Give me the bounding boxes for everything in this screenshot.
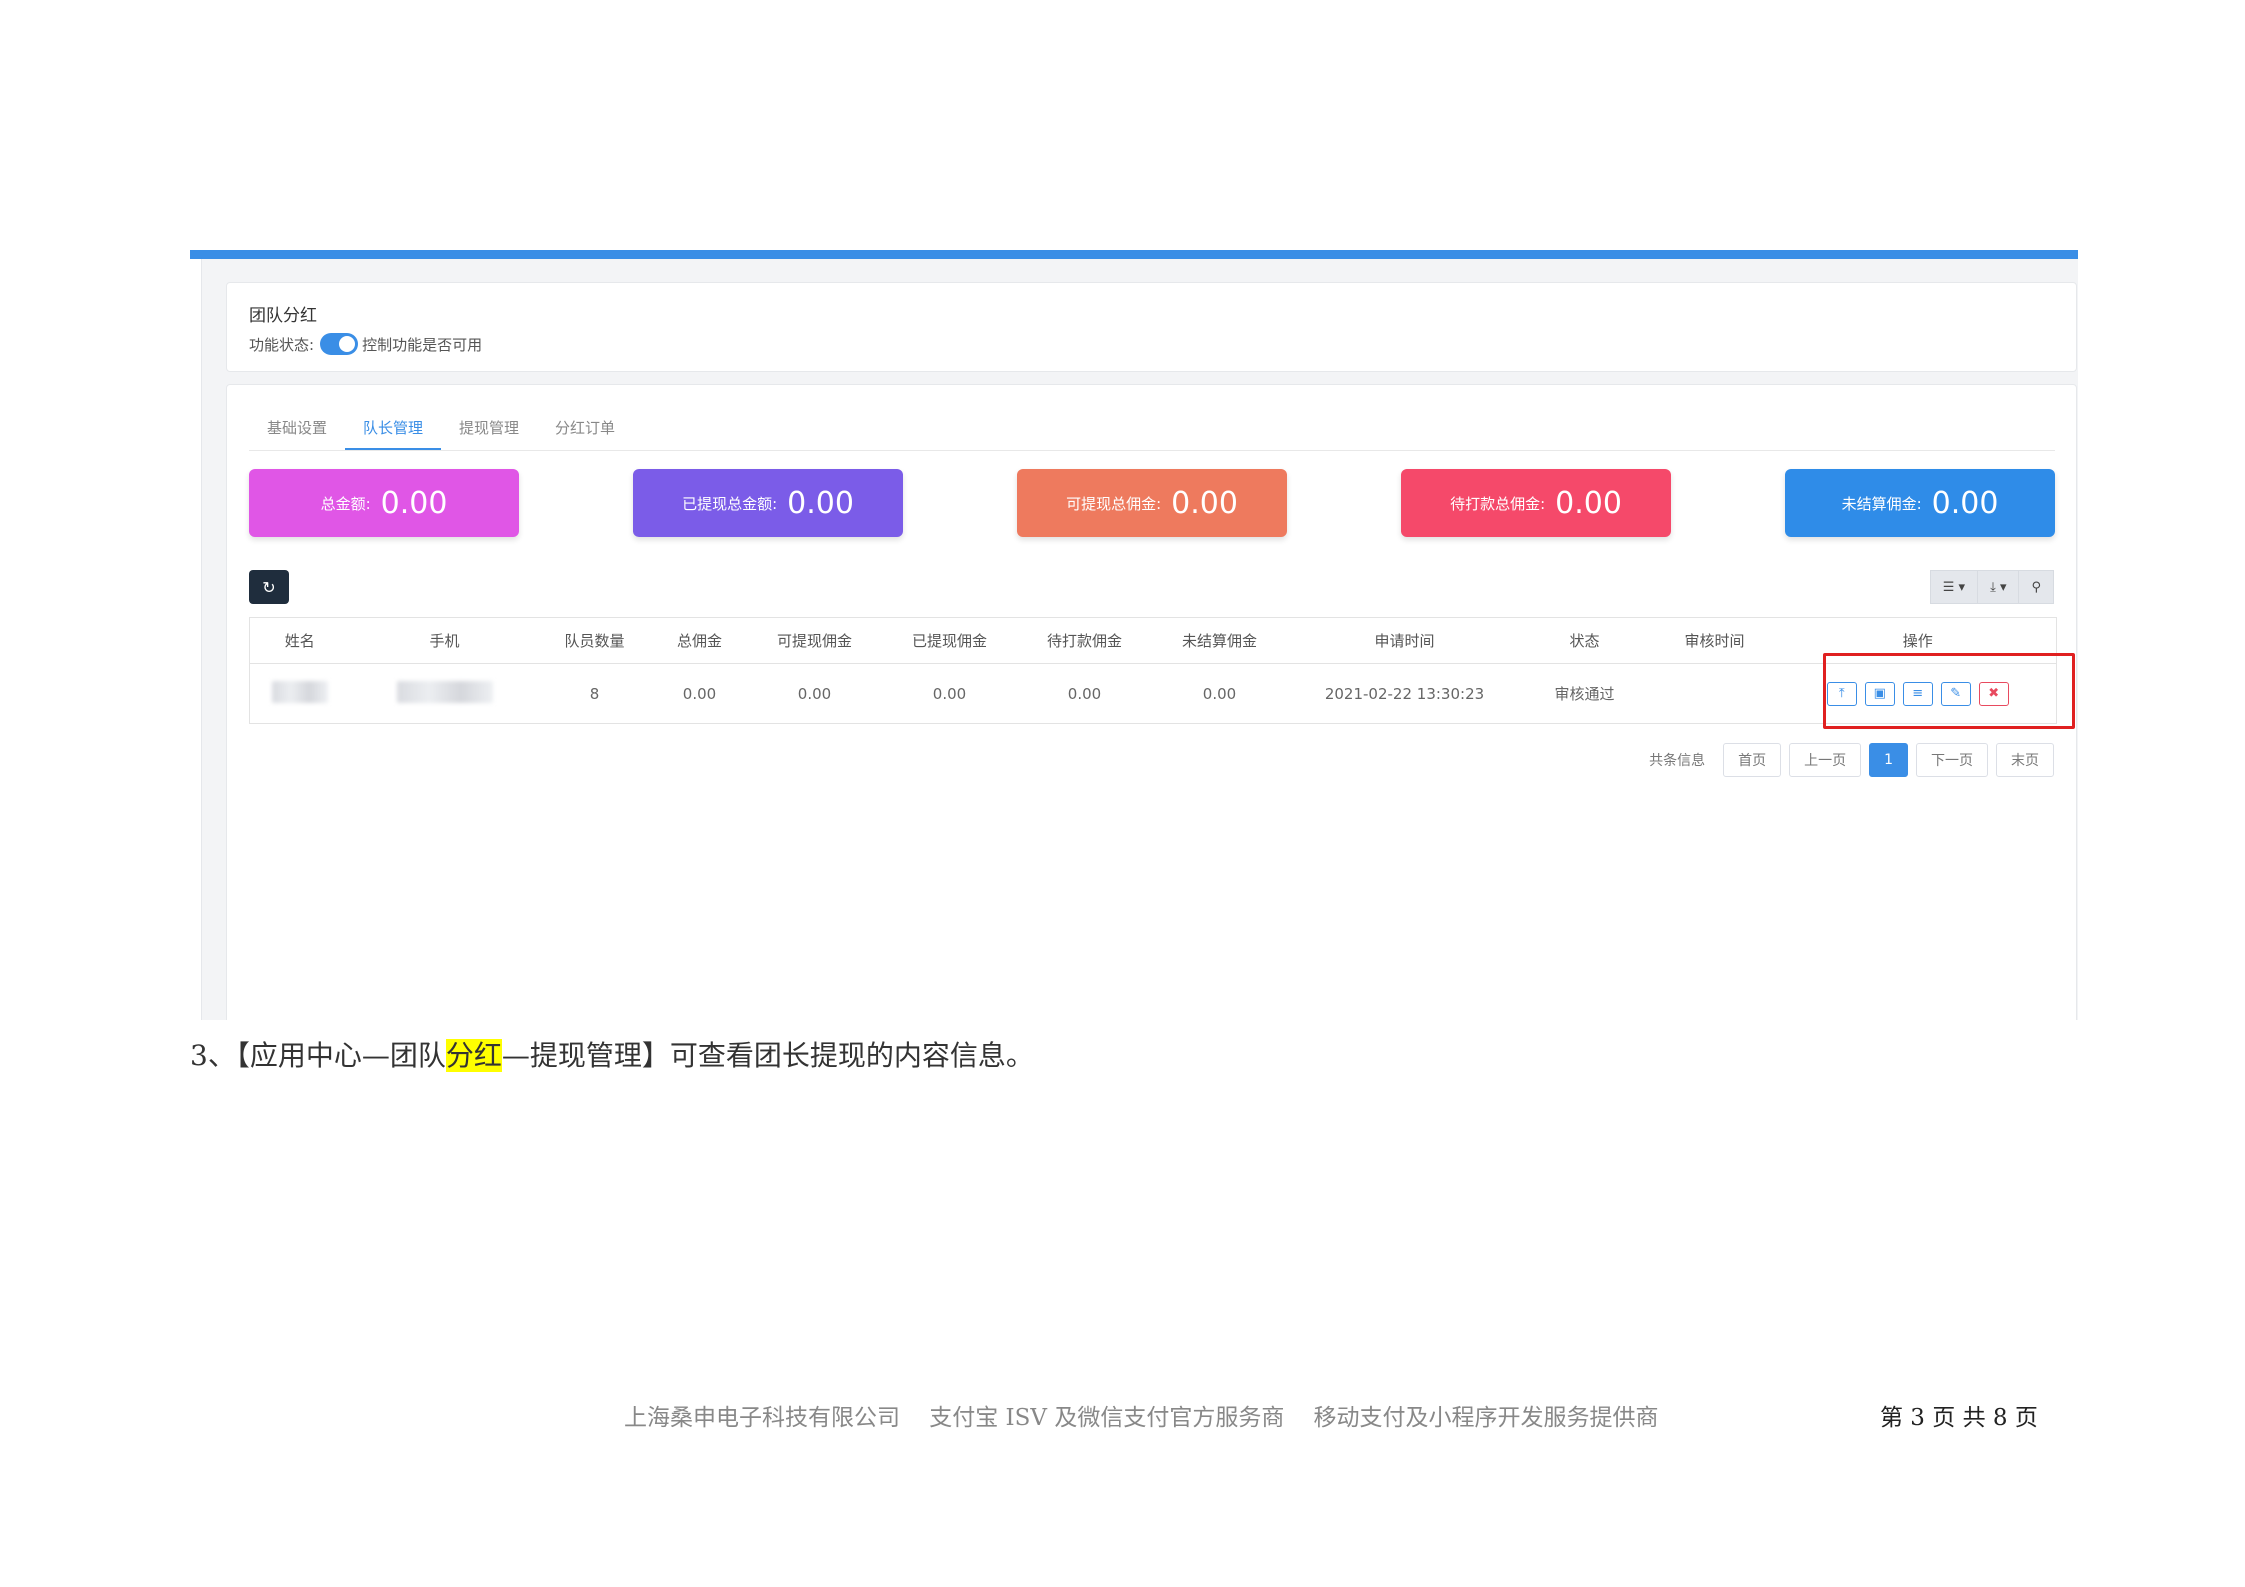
stat-label: 已提现总金额: <box>682 494 778 513</box>
last-page-button[interactable]: 末页 <box>1996 743 2054 777</box>
stat-card-total: 总金额: 0.00 <box>249 469 519 537</box>
tab-basic-settings[interactable]: 基础设置 <box>249 407 345 450</box>
column-header[interactable]: 手机 <box>349 617 540 664</box>
step-suffix: —提现管理】可查看团长提现的内容信息。 <box>501 1039 1034 1072</box>
tab-withdraw-management[interactable]: 提现管理 <box>441 407 537 450</box>
left-panel-edge <box>190 259 202 1020</box>
cell-name <box>249 663 350 724</box>
tab-dividend-orders[interactable]: 分红订单 <box>537 407 633 450</box>
columns-icon: ☰ ▾ <box>1942 579 1966 595</box>
stat-label: 未结算佣金: <box>1841 494 1922 513</box>
main-content-card: 基础设置 队长管理 提现管理 分红订单 总金额: 0.00 已提现总金额: 0.… <box>226 384 2077 1020</box>
columns-button[interactable]: ☰ ▾ <box>1929 570 1979 604</box>
column-header[interactable]: 可提现佣金 <box>749 617 880 664</box>
cell-applied-at: 2021-02-22 13:30:23 <box>1289 663 1520 724</box>
page-title: 团队分红 <box>249 306 317 326</box>
step-instruction: 3、【应用中心—团队分红—提现管理】可查看团长提现的内容信息。 <box>190 1034 1034 1074</box>
stat-card-withdrawn: 已提现总金额: 0.00 <box>633 469 903 537</box>
leader-table: 姓名 手机 队员数量 总佣金 可提现佣金 已提现佣金 待打款佣金 未结算佣金 申… <box>249 617 2057 724</box>
column-header[interactable]: 总佣金 <box>649 617 750 664</box>
stat-label: 总金额: <box>320 494 371 513</box>
next-page-button[interactable]: 下一页 <box>1916 743 1988 777</box>
stat-card-pending: 待打款总佣金: 0.00 <box>1401 469 1671 537</box>
stat-label: 可提现总佣金: <box>1066 494 1162 513</box>
first-page-button[interactable]: 首页 <box>1723 743 1782 777</box>
current-page-button[interactable]: 1 <box>1869 743 1908 777</box>
step-prefix: 3、【应用中心—团队 <box>190 1039 446 1072</box>
prev-page-button[interactable]: 上一页 <box>1789 743 1862 777</box>
redacted-name <box>271 680 328 703</box>
annotation-highlight-box <box>1823 653 2075 729</box>
export-button[interactable]: ⤓ ▾ <box>1978 570 2020 604</box>
refresh-icon: ↻ <box>262 577 276 597</box>
stat-card-withdrawable: 可提现总佣金: 0.00 <box>1017 469 1287 537</box>
stat-value: 0.00 <box>1555 485 1622 521</box>
cell-pending: 0.00 <box>1019 663 1150 724</box>
column-header[interactable]: 审核时间 <box>1649 617 1780 664</box>
cell-phone <box>349 663 540 724</box>
table-row: 8 0.00 0.00 0.00 0.00 0.00 2021-02-22 13… <box>249 663 2057 724</box>
status-label: 功能状态: <box>249 335 315 354</box>
page-footer-company: 上海桑申电子科技有限公司 支付宝 ISV 及微信支付官方服务商 移动支付及小程序… <box>624 1405 1659 1431</box>
column-header[interactable]: 姓名 <box>249 617 350 664</box>
page-number: 第 3 页 共 8 页 <box>1880 1405 2038 1431</box>
stat-value: 0.00 <box>787 485 854 521</box>
export-icon: ⤓ ▾ <box>1990 579 2007 595</box>
column-header[interactable]: 未结算佣金 <box>1149 617 1290 664</box>
cell-reviewed-at <box>1649 663 1780 724</box>
column-header[interactable]: 队员数量 <box>539 617 650 664</box>
column-header[interactable]: 已提现佣金 <box>879 617 1020 664</box>
cell-total: 0.00 <box>649 663 750 724</box>
tab-bar: 基础设置 队长管理 提现管理 分红订单 <box>249 407 2055 451</box>
search-button[interactable]: ⚲ <box>2019 570 2054 604</box>
stat-value: 0.00 <box>1931 485 1999 521</box>
column-header[interactable]: 申请时间 <box>1289 617 1520 664</box>
cell-withdrawn: 0.00 <box>879 663 1020 724</box>
refresh-button[interactable]: ↻ <box>249 570 289 604</box>
redacted-phone <box>396 680 493 703</box>
tab-leader-management[interactable]: 队长管理 <box>345 407 442 450</box>
feature-status-row: 功能状态: 控制功能是否可用 <box>249 333 482 355</box>
stat-value: 0.00 <box>1171 485 1238 521</box>
toggle-label: 控制功能是否可用 <box>362 335 483 354</box>
feature-header-card: 团队分红 功能状态: 控制功能是否可用 <box>226 282 2077 372</box>
top-accent-bar <box>190 250 2078 259</box>
step-highlight: 分红 <box>445 1039 502 1072</box>
cell-members: 8 <box>539 663 650 724</box>
stat-card-unsettled: 未结算佣金: 0.00 <box>1785 469 2055 537</box>
table-toolbar: ☰ ▾ ⤓ ▾ ⚲ <box>1929 570 2054 604</box>
pagination: 共条信息 首页 上一页 1 下一页 末页 <box>1649 743 2054 777</box>
cell-withdrawable: 0.00 <box>749 663 880 724</box>
search-icon: ⚲ <box>2031 579 2041 595</box>
table-header-row: 姓名 手机 队员数量 总佣金 可提现佣金 已提现佣金 待打款佣金 未结算佣金 申… <box>249 617 2057 664</box>
column-header[interactable]: 待打款佣金 <box>1019 617 1150 664</box>
stat-label: 待打款总佣金: <box>1450 494 1546 513</box>
column-header[interactable]: 状态 <box>1519 617 1650 664</box>
feature-toggle[interactable] <box>320 333 359 355</box>
cell-unsettled: 0.00 <box>1149 663 1290 724</box>
pagination-summary: 共条信息 <box>1649 753 1706 769</box>
stat-value: 0.00 <box>380 485 448 521</box>
embedded-screenshot: 团队分红 功能状态: 控制功能是否可用 基础设置 队长管理 提现管理 分红订单 … <box>190 250 2078 1020</box>
cell-status: 审核通过 <box>1519 663 1650 724</box>
